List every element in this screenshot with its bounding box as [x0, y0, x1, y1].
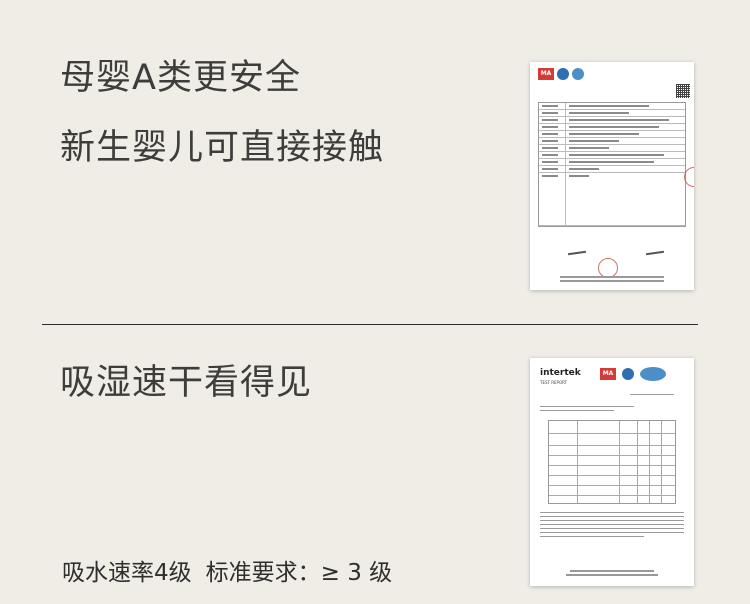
- ma-logo-icon: MA: [600, 368, 616, 380]
- absorption-rate-text: 吸水速率4级 标准要求：≥ 3 级: [62, 553, 392, 587]
- signature-icon: [645, 250, 665, 256]
- test-report-document-2: intertek TEST REPORT MA: [530, 358, 694, 586]
- absorption-section: 吸湿速干看得见 吸水速率4级 标准要求：≥ 3 级 intertek TEST R…: [0, 330, 750, 604]
- section-divider: [42, 324, 698, 325]
- report-header: MA: [538, 68, 688, 82]
- ma-logo-icon: MA: [538, 68, 554, 80]
- test-report-document-1: MA: [530, 62, 694, 290]
- ilac-logo-icon: [622, 368, 634, 380]
- signature-icon: [567, 250, 587, 256]
- safety-headline: 母婴A类更安全: [60, 58, 301, 98]
- intertek-logo: intertek: [540, 368, 581, 378]
- report-table: [538, 102, 686, 227]
- standard-requirement-label: 标准要求：≥ 3 级: [205, 560, 393, 586]
- newborn-contact-headline: 新生婴儿可直接接触: [60, 128, 385, 168]
- qr-code-icon: [676, 84, 690, 98]
- seal-stamp-icon: [598, 258, 618, 278]
- safety-section: 母婴A类更安全 新生婴儿可直接接触 MA: [0, 0, 750, 318]
- absorption-rate-label: 吸水速率4级: [62, 560, 192, 586]
- results-table: [548, 420, 676, 504]
- cnas-logo-icon: [640, 367, 666, 381]
- quick-dry-headline: 吸湿速干看得见: [60, 363, 313, 403]
- report-title: TEST REPORT: [540, 380, 568, 385]
- cnas-logo-icon: [557, 68, 569, 80]
- ilac-logo-icon: [572, 68, 584, 80]
